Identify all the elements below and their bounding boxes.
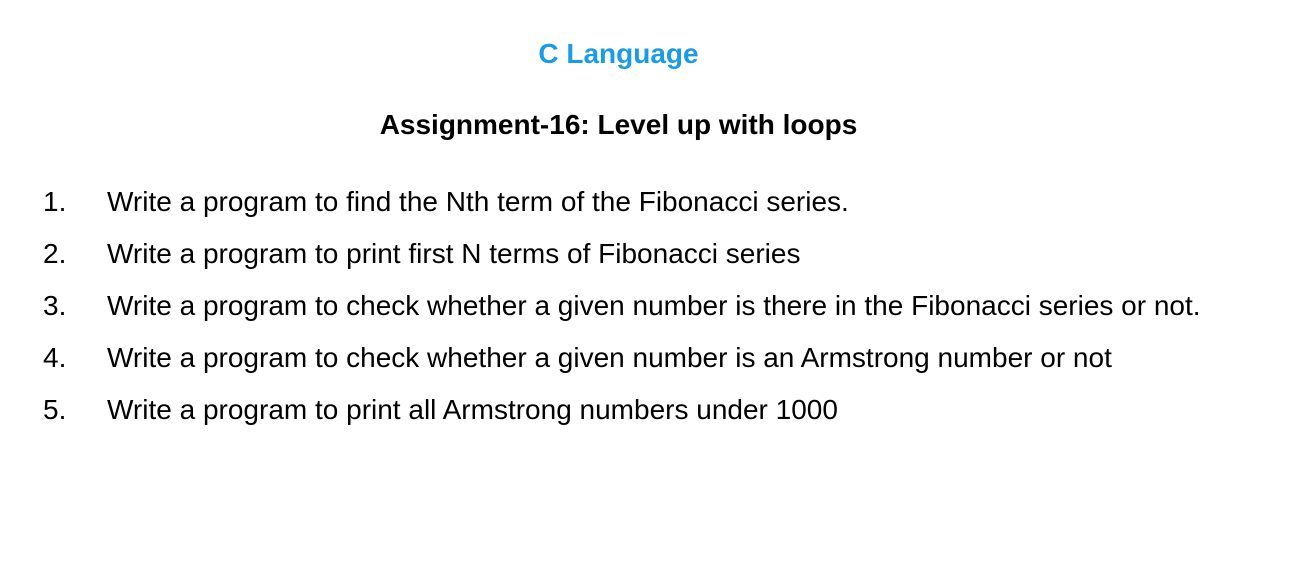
list-item-text: Write a program to print all Armstrong n… bbox=[107, 394, 838, 425]
list-item-number: 1. bbox=[43, 186, 67, 217]
list-item-text: Write a program to check whether a given… bbox=[107, 342, 1112, 373]
assignment-heading: Assignment-16: Level up with loops bbox=[379, 109, 858, 140]
list-item-number: 5. bbox=[43, 394, 67, 425]
list-item-number: 4. bbox=[43, 342, 67, 373]
task-list: 1. Write a program to find the Nth term … bbox=[0, 176, 1311, 436]
list-item-text: Write a program to check whether a given… bbox=[107, 290, 1201, 321]
list-item-number: 3. bbox=[43, 290, 67, 321]
list-item-text: Write a program to print first N terms o… bbox=[107, 238, 801, 269]
document-title: C Language bbox=[538, 38, 699, 69]
list-item-text: Write a program to find the Nth term of … bbox=[107, 186, 849, 217]
list-item: 2. Write a program to print first N term… bbox=[0, 228, 1311, 280]
list-item: 1. Write a program to find the Nth term … bbox=[0, 176, 1311, 228]
list-item: 5. Write a program to print all Armstron… bbox=[0, 384, 1311, 436]
list-item-number: 2. bbox=[43, 238, 67, 269]
list-item: 4. Write a program to check whether a gi… bbox=[0, 332, 1311, 384]
list-item: 3. Write a program to check whether a gi… bbox=[0, 280, 1311, 332]
